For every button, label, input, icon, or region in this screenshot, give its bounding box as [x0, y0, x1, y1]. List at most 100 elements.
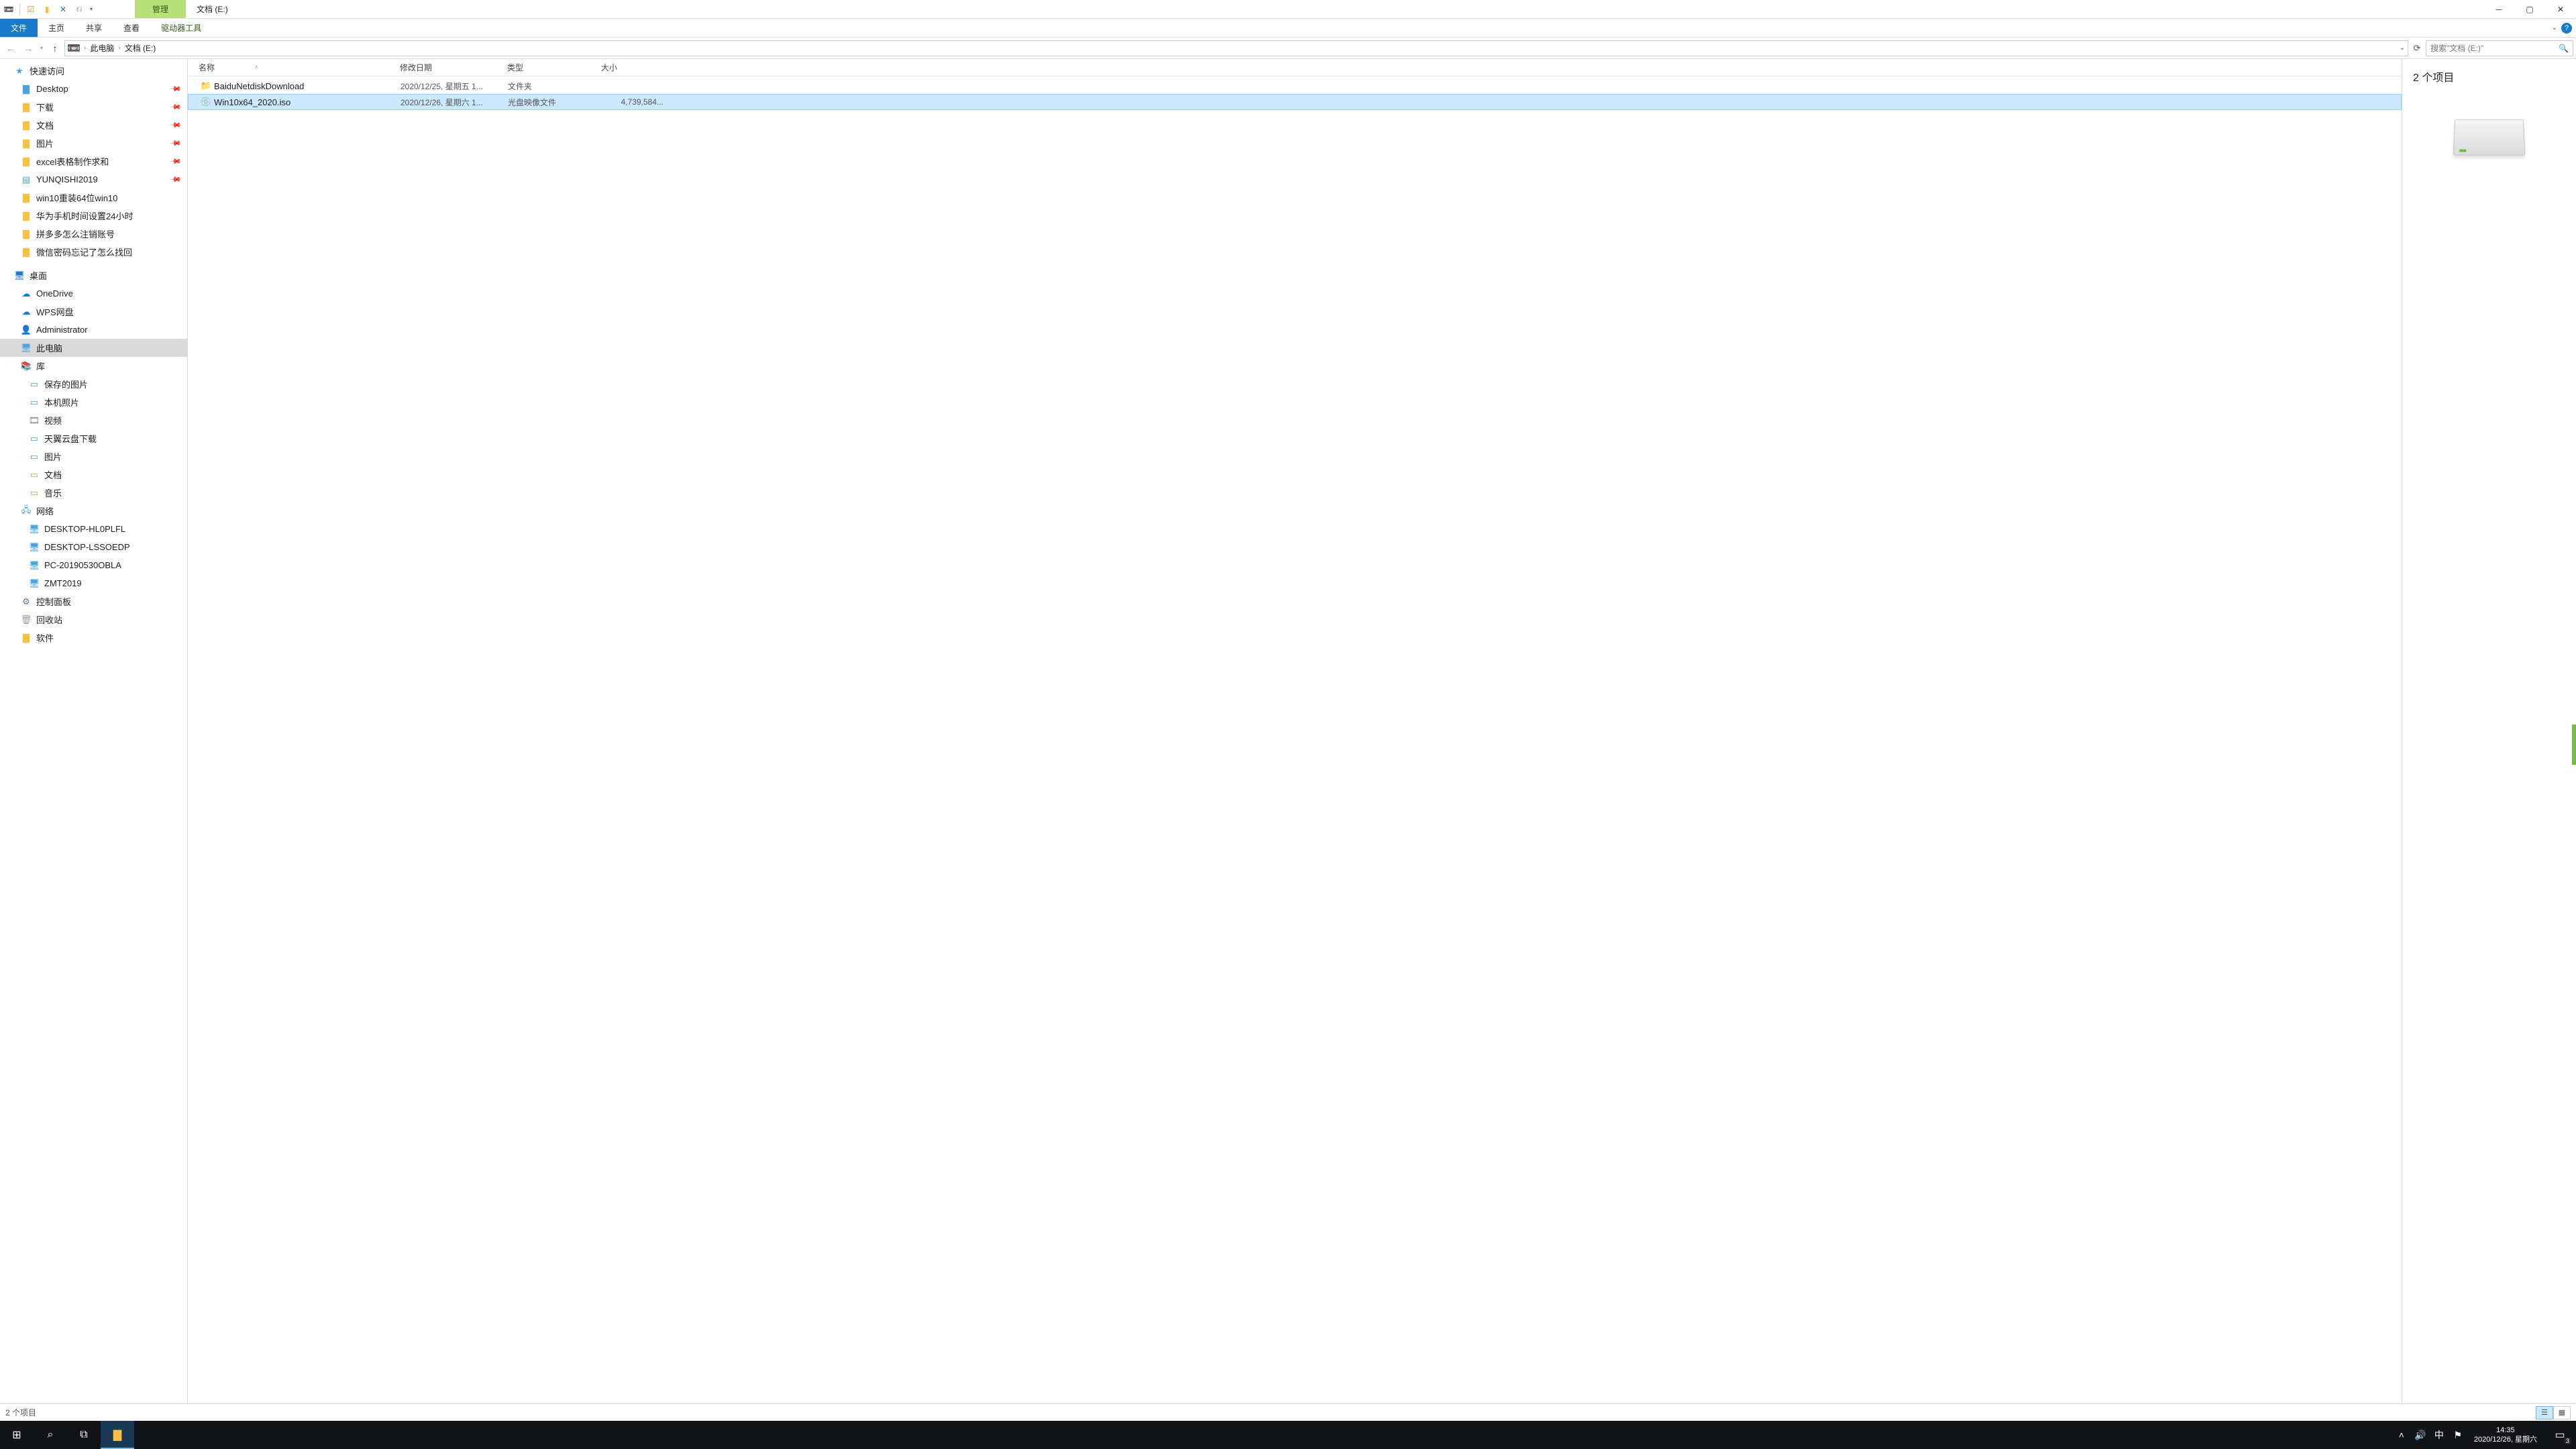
- file-list[interactable]: 📁BaiduNetdiskDownload2020/12/25, 星期五 1..…: [188, 76, 2402, 1403]
- tree-excel[interactable]: ▇excel表格制作求和📌: [0, 152, 187, 170]
- quick-access-toolbar: 📼 ☑ ▮ ✕ ⎌ ▾: [0, 4, 96, 15]
- breadcrumb-this-pc[interactable]: 此电脑: [90, 42, 114, 54]
- search-input[interactable]: [2430, 44, 2559, 53]
- tree-yunqishi[interactable]: ▤YUNQISHI2019📌: [0, 170, 187, 189]
- folder-icon: ▇: [20, 84, 32, 95]
- tree-win10-reinstall[interactable]: ▇win10重装64位win10: [0, 189, 187, 207]
- folder-icon[interactable]: ▮: [42, 4, 52, 15]
- chevron-right-icon[interactable]: ›: [114, 44, 124, 52]
- taskbar-file-explorer[interactable]: ▇: [101, 1421, 134, 1449]
- breadcrumb-current[interactable]: 文档 (E:): [125, 42, 156, 54]
- view-large-icons-button[interactable]: ▦: [2553, 1406, 2571, 1419]
- ribbon-tab-share[interactable]: 共享: [75, 19, 113, 37]
- ribbon-tab-home[interactable]: 主页: [38, 19, 75, 37]
- tree-pictures[interactable]: ▇图片📌: [0, 134, 187, 152]
- column-type[interactable]: 类型: [507, 59, 601, 76]
- ime-indicator[interactable]: 中: [2430, 1421, 2449, 1449]
- tree-network[interactable]: 🖧网络: [0, 502, 187, 520]
- pc-icon: 🖥: [28, 524, 40, 535]
- tree-videos[interactable]: 🎞视频: [0, 411, 187, 429]
- task-view-button[interactable]: ⧉: [67, 1421, 101, 1449]
- folder-icon: ▇: [20, 138, 32, 149]
- tree-this-pc[interactable]: 🖥此电脑: [0, 339, 187, 357]
- file-row[interactable]: 📁BaiduNetdiskDownload2020/12/25, 星期五 1..…: [188, 78, 2402, 94]
- tray-overflow-icon[interactable]: ˄: [2392, 1421, 2411, 1449]
- sort-indicator-icon: ˄: [255, 64, 258, 70]
- ribbon-context-tab[interactable]: 管理: [135, 0, 186, 18]
- tree-control-panel[interactable]: ⚙控制面板: [0, 592, 187, 610]
- ribbon-collapse-icon[interactable]: ⌄: [2552, 24, 2557, 32]
- search-box[interactable]: 🔍: [2426, 40, 2573, 56]
- undo-icon[interactable]: ⎌: [74, 4, 85, 15]
- navigation-tree[interactable]: ★快速访问 ▇Desktop📌 ▇下载📌 ▇文档📌 ▇图片📌 ▇excel表格制…: [0, 59, 188, 1403]
- minimize-button[interactable]: ─: [2483, 0, 2514, 19]
- chevron-right-icon[interactable]: ›: [80, 44, 90, 52]
- tree-pdd[interactable]: ▇拼多多怎么注销账号: [0, 225, 187, 243]
- taskbar-clock[interactable]: 14:35 2020/12/26, 星期六: [2467, 1421, 2544, 1449]
- security-icon[interactable]: ⚑: [2449, 1421, 2467, 1449]
- column-size[interactable]: 大小: [601, 59, 668, 76]
- tree-downloads[interactable]: ▇下载📌: [0, 98, 187, 116]
- column-date[interactable]: 修改日期: [400, 59, 507, 76]
- notification-badge: 3: [2564, 1438, 2571, 1444]
- tree-documents-lib[interactable]: ▭文档: [0, 466, 187, 484]
- close-button[interactable]: ✕: [2545, 0, 2576, 19]
- tree-software[interactable]: ▇软件: [0, 629, 187, 647]
- volume-icon[interactable]: 🔊: [2411, 1421, 2430, 1449]
- nav-back-button[interactable]: ←: [3, 40, 19, 56]
- tree-huawei[interactable]: ▇华为手机时间设置24小时: [0, 207, 187, 225]
- video-icon: 🎞: [28, 415, 40, 426]
- tree-camera-roll[interactable]: ▭本机照片: [0, 393, 187, 411]
- tree-net-pc1[interactable]: 🖥DESKTOP-HL0PLFL: [0, 520, 187, 538]
- start-button[interactable]: ⊞: [0, 1421, 34, 1449]
- tree-wps[interactable]: ☁WPS网盘: [0, 303, 187, 321]
- file-row[interactable]: 💿Win10x64_2020.iso2020/12/26, 星期六 1...光盘…: [188, 94, 2402, 110]
- address-bar[interactable]: 📼 › 此电脑 › 文档 (E:) ⌄: [64, 40, 2408, 56]
- search-button[interactable]: ⌕: [34, 1421, 67, 1449]
- address-dropdown-icon[interactable]: ⌄: [2400, 44, 2405, 52]
- maximize-button[interactable]: ▢: [2514, 0, 2545, 19]
- tree-administrator[interactable]: 👤Administrator: [0, 321, 187, 339]
- tree-desktop[interactable]: ▇Desktop📌: [0, 80, 187, 98]
- properties-icon[interactable]: ☑: [25, 4, 36, 15]
- tree-desktop-root[interactable]: 🖥桌面: [0, 266, 187, 284]
- nav-up-button[interactable]: ↑: [47, 40, 63, 56]
- tree-net-pc3[interactable]: 🖥PC-20190530OBLA: [0, 556, 187, 574]
- folder-icon: 📁: [199, 80, 213, 91]
- column-name[interactable]: 名称˄: [199, 59, 400, 76]
- nav-history-dropdown[interactable]: ▾: [38, 45, 46, 51]
- action-center-button[interactable]: ▭3: [2544, 1421, 2576, 1449]
- tree-recycle-bin[interactable]: 🗑回收站: [0, 610, 187, 629]
- folder-icon: ▇: [20, 193, 32, 203]
- drive-icon: 📼: [68, 42, 80, 54]
- file-date: 2020/12/25, 星期五 1...: [400, 80, 508, 92]
- file-type: 光盘映像文件: [508, 97, 602, 108]
- search-icon[interactable]: 🔍: [2559, 44, 2569, 53]
- help-icon[interactable]: ?: [2561, 23, 2572, 34]
- tree-quick-access[interactable]: ★快速访问: [0, 62, 187, 80]
- tree-tianyi[interactable]: ▭天翼云盘下载: [0, 429, 187, 447]
- tree-pictures-lib[interactable]: ▭图片: [0, 447, 187, 466]
- control-panel-icon: ⚙: [20, 596, 32, 607]
- network-icon: 🖧: [20, 506, 32, 517]
- tree-saved-pictures[interactable]: ▭保存的图片: [0, 375, 187, 393]
- view-details-button[interactable]: ☰: [2536, 1406, 2553, 1419]
- tree-onedrive[interactable]: ☁OneDrive: [0, 284, 187, 303]
- delete-icon[interactable]: ✕: [58, 4, 68, 15]
- tree-libraries[interactable]: 📚库: [0, 357, 187, 375]
- qat-dropdown-icon[interactable]: ▾: [90, 6, 93, 12]
- tree-net-pc4[interactable]: 🖥ZMT2019: [0, 574, 187, 592]
- folder-icon: ▇: [20, 120, 32, 131]
- file-type: 文件夹: [508, 80, 602, 92]
- tree-music[interactable]: ▭音乐: [0, 484, 187, 502]
- refresh-button[interactable]: ⟳: [2410, 43, 2424, 54]
- ribbon-tab-view[interactable]: 查看: [113, 19, 150, 37]
- folder-icon: ▇: [20, 102, 32, 113]
- nav-forward-button[interactable]: →: [20, 40, 36, 56]
- ribbon-tab-drive-tools[interactable]: 驱动器工具: [150, 19, 212, 37]
- ribbon-tab-file[interactable]: 文件: [0, 19, 38, 37]
- tree-wechat[interactable]: ▇微信密码忘记了怎么找回: [0, 243, 187, 261]
- navigation-bar: ← → ▾ ↑ 📼 › 此电脑 › 文档 (E:) ⌄ ⟳ 🔍: [0, 38, 2576, 59]
- tree-documents[interactable]: ▇文档📌: [0, 116, 187, 134]
- tree-net-pc2[interactable]: 🖥DESKTOP-LSSOEDP: [0, 538, 187, 556]
